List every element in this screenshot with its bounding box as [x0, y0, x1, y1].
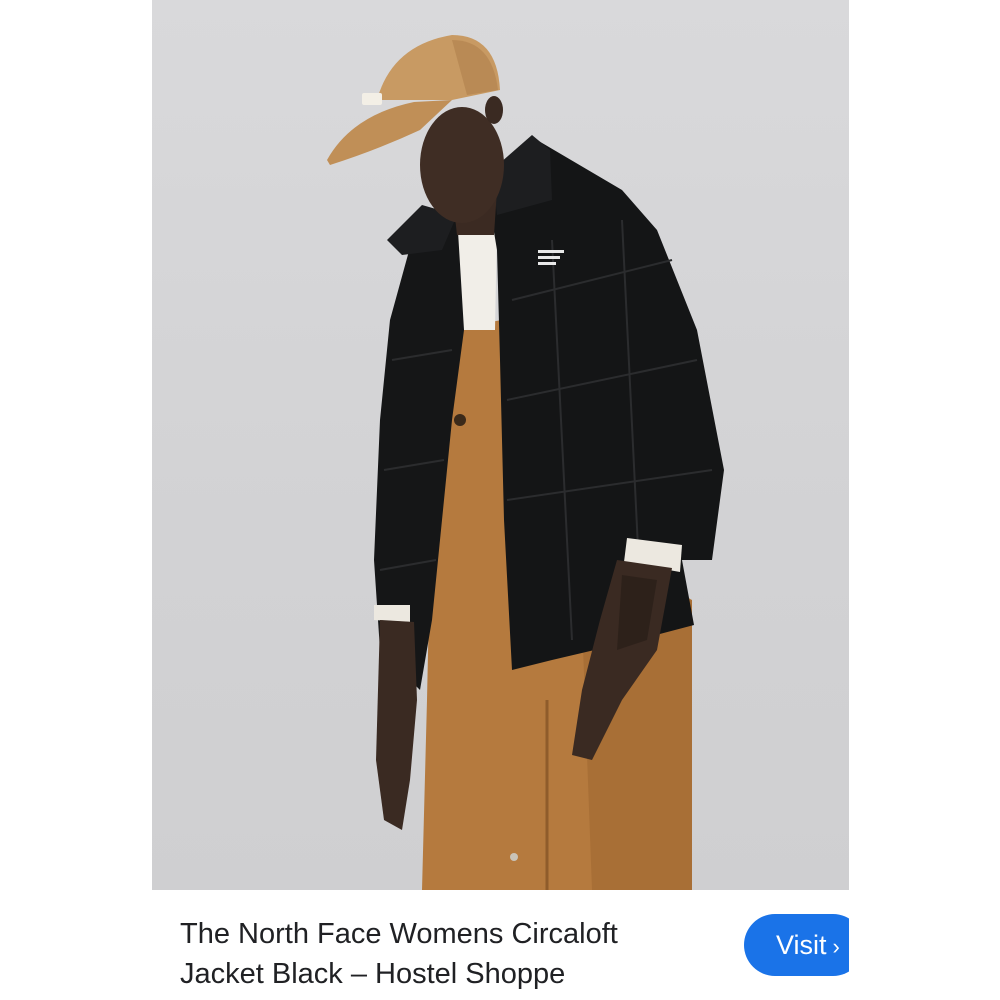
left-margin — [0, 0, 152, 1000]
ear — [485, 96, 503, 124]
visit-label: Visit — [776, 930, 827, 960]
search-result-card: The North Face Womens Circaloft Jacket B… — [152, 0, 849, 1000]
result-caption: The North Face Womens Circaloft Jacket B… — [152, 890, 849, 1000]
face — [420, 107, 504, 223]
product-photo-illustration — [327, 35, 724, 890]
chevron-right-icon: › — [832, 934, 840, 959]
jacket-right-panel — [487, 140, 724, 670]
overalls-rivet — [510, 853, 518, 861]
visit-button[interactable]: Visit › — [744, 914, 849, 976]
product-title-line2[interactable]: Jacket Black – Hostel Shoppe — [180, 958, 565, 990]
cap-logo — [362, 93, 382, 105]
right-margin — [849, 0, 1000, 1000]
left-cuff — [374, 605, 410, 622]
product-title-line1[interactable]: The North Face Womens Circaloft — [180, 918, 618, 950]
left-hand — [376, 620, 417, 830]
product-title[interactable]: The North Face Womens Circaloft Jacket B… — [180, 914, 700, 994]
product-image[interactable] — [152, 0, 849, 890]
overalls-button — [454, 414, 466, 426]
